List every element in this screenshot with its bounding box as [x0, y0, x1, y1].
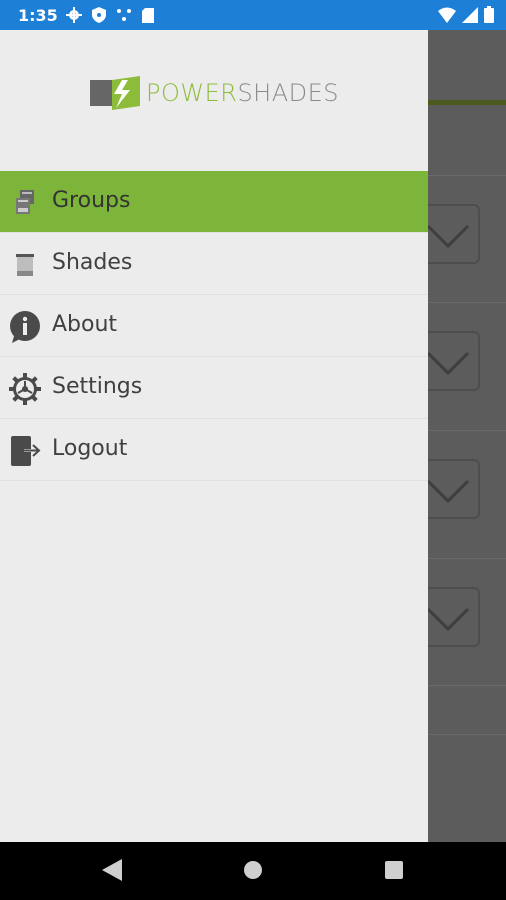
background-chevron-box — [424, 459, 480, 519]
settings-gear-icon — [66, 7, 82, 23]
groups-icon — [8, 186, 42, 220]
logo-word-power: POWER — [146, 79, 238, 107]
sd-card-icon — [142, 7, 154, 23]
gear-icon — [8, 372, 42, 406]
status-time: 1:35 — [18, 6, 58, 25]
menu-item-label: Groups — [52, 188, 131, 213]
background-card — [428, 685, 506, 735]
chevron-down-icon — [426, 351, 470, 376]
shade-icon — [8, 248, 42, 282]
network-icon — [117, 9, 131, 21]
status-icons-left — [66, 7, 154, 23]
powershades-logo-icon — [90, 76, 140, 110]
background-chevron-box — [424, 587, 480, 647]
chevron-down-icon — [426, 607, 470, 632]
drawer-menu: Groups Shades About Settings Logout — [0, 171, 428, 481]
menu-item-shades[interactable]: Shades — [0, 233, 428, 295]
background-chevron-box — [424, 204, 480, 264]
signal-icon — [462, 6, 478, 23]
background-toolbar-accent — [428, 100, 506, 105]
background-app-scrim[interactable] — [424, 30, 506, 842]
logo-word-shades: SHADES — [237, 79, 340, 107]
menu-item-groups[interactable]: Groups — [0, 171, 428, 233]
chevron-down-icon — [426, 224, 470, 249]
system-nav-bar — [0, 842, 506, 900]
menu-item-label: Shades — [52, 250, 133, 275]
background-card — [424, 430, 506, 556]
background-card — [424, 302, 506, 428]
shield-icon — [92, 7, 106, 23]
drawer-header: POWERSHADES — [0, 30, 428, 171]
home-icon[interactable] — [243, 859, 263, 881]
logo-text: POWERSHADES — [146, 79, 339, 107]
background-chevron-box — [424, 331, 480, 391]
powershades-logo: POWERSHADES — [90, 76, 339, 110]
menu-item-settings[interactable]: Settings — [0, 357, 428, 419]
background-card — [424, 558, 506, 684]
wifi-icon — [438, 7, 456, 23]
menu-item-label: Logout — [52, 436, 128, 461]
menu-item-label: About — [52, 312, 118, 337]
background-card — [424, 175, 506, 301]
status-icons-right — [438, 6, 494, 23]
chevron-down-icon — [426, 479, 470, 504]
menu-item-label: Settings — [52, 374, 143, 399]
logout-icon — [8, 434, 42, 468]
menu-item-logout[interactable]: Logout — [0, 419, 428, 481]
menu-item-about[interactable]: About — [0, 295, 428, 357]
recents-icon[interactable] — [384, 859, 404, 881]
navigation-drawer: POWERSHADES Groups Shades About Settings… — [0, 30, 428, 842]
status-bar: 1:35 — [0, 0, 506, 30]
battery-icon — [484, 6, 494, 23]
info-icon — [8, 310, 42, 344]
back-icon[interactable] — [102, 859, 122, 881]
